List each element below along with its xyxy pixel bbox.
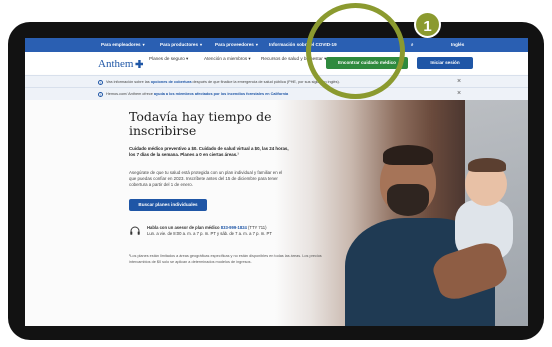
topbar-producers[interactable]: Para productores ▾ [160,42,202,47]
hero-photo-baby-hair [468,158,506,172]
hero-section: Todavía hay tiempo de inscribirse Cuidad… [25,100,528,326]
hero-footnote: ¹Los planes están limitados a áreas geog… [129,254,322,264]
notice-banner-wildfires: i Hemos.com/ Anthem ofrece ayuda a los m… [25,87,528,100]
nav-member-services[interactable]: Atención a miembros ▾ [204,56,251,62]
language-link[interactable]: Inglés [451,42,464,47]
close-icon[interactable]: × [457,78,461,85]
notice-link[interactable]: ayuda a los miembros afectados por los i… [154,92,288,96]
login-button[interactable]: Iniciar sesión [417,57,473,69]
info-icon: i [98,91,103,97]
utility-bar: Para empleadores ▾ Para productores ▾ Para… [25,38,528,52]
anthem-logo[interactable]: Anthem [98,58,144,70]
hero-photo-man-hair [383,145,433,165]
hero-subtitle: Cuidado médico preventivo a $0. Cuidado … [129,146,289,157]
annotation-highlight-circle [306,3,405,99]
phone-number-link[interactable]: 833-999-1824 [221,225,247,230]
hero-body-text: Asegúrate de que tu salud está protegida… [129,170,283,187]
blue-cross-icon [135,60,144,68]
nav-insurance-plans[interactable]: Planes de seguro ▾ [149,56,188,62]
topbar-employers[interactable]: Para empleadores ▾ [101,42,145,47]
notice-text: Hemos.com/ Anthem ofrece ayuda a los mie… [106,92,289,96]
headset-icon [130,226,140,235]
notice-text: Vea información sobre las opciones de co… [106,80,340,84]
info-icon: i [98,79,103,85]
notice-link[interactable]: opciones de cobertura [151,80,192,84]
topbar-providers[interactable]: Para proveedores ▾ [215,42,258,47]
hero-photo-man-beard [387,184,429,216]
search-icon[interactable]: ⌕ [411,42,414,47]
hero-title: Todavía hay tiempo de inscribirse [129,109,272,138]
browser-screen: Para empleadores ▾ Para productores ▾ Para… [25,38,528,326]
close-icon[interactable]: × [457,90,461,97]
phone-contact: Habla con un asesor de plan médico 833-9… [147,225,272,236]
annotation-step-badge: 1 [414,11,441,38]
search-individual-plans-button[interactable]: Buscar planes individuales [129,199,207,211]
